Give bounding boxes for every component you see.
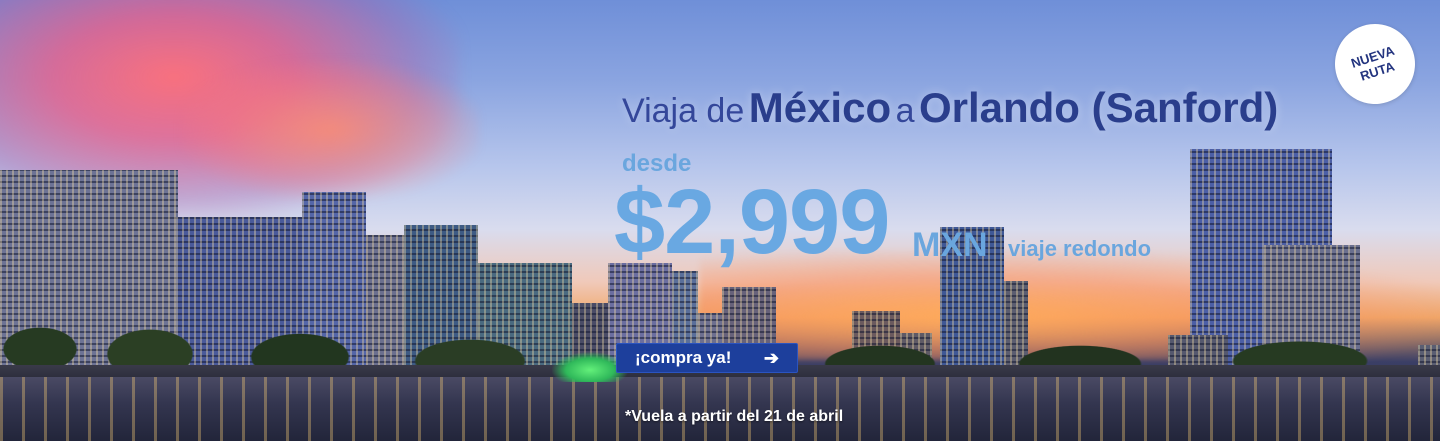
headline-origin: México [748,84,892,131]
headline: Viaja de México a Orlando (Sanford) [622,84,1278,132]
headline-connector: a [895,92,915,130]
price-amount: $2,999 [614,171,890,273]
trip-type: viaje redondo [1008,236,1152,261]
arrow-right-icon: ➔ [763,347,779,368]
buy-now-label: ¡compra ya! [635,348,732,367]
flight-start-note: *Vuela a partir del 21 de abril [625,408,844,425]
price-currency: MXN [912,226,988,264]
headline-destination: Orlando (Sanford) [918,84,1279,131]
headline-prefix: Viaja de [622,92,745,130]
promo-banner[interactable]: Viaja de México a Orlando (Sanford) desd… [0,0,1440,441]
buy-now-button[interactable]: ¡compra ya! ➔ [616,343,798,373]
